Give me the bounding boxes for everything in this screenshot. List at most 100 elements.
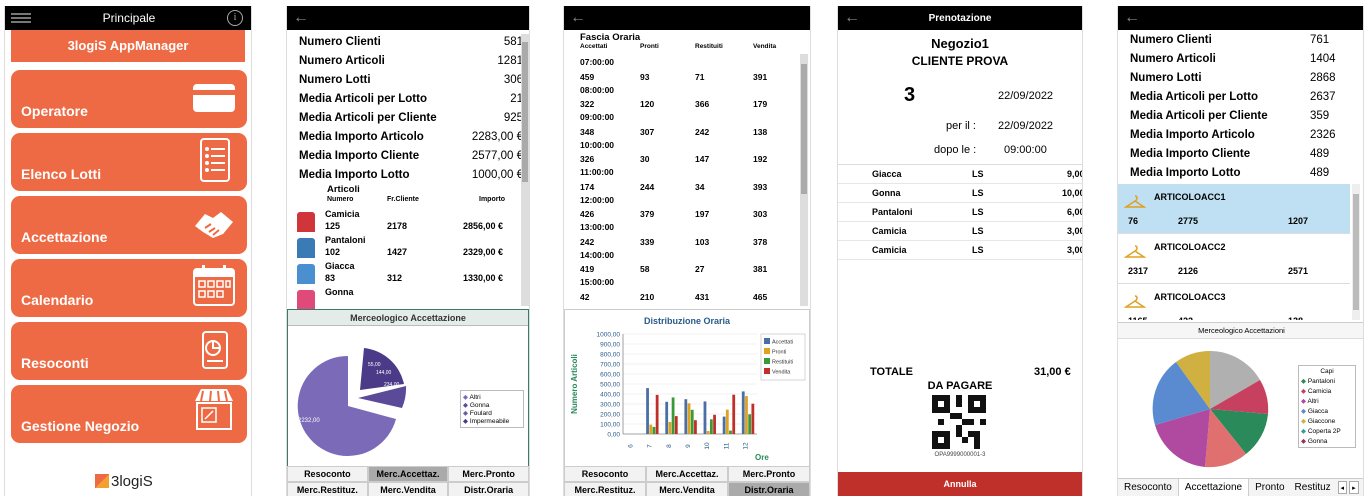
back-arrow-icon[interactable]: ←	[287, 6, 315, 30]
garment-icon	[297, 290, 315, 310]
reservation-line[interactable]: Giacca LS 9,00 €	[838, 165, 1082, 184]
menu-operatore-button[interactable]: Operatore	[11, 70, 247, 128]
scrollbar[interactable]	[1352, 184, 1360, 320]
article-name: ARTICOLOACC2	[1154, 242, 1226, 252]
hour-value: 379	[640, 209, 655, 219]
stat-label: Numero Lotti	[299, 73, 371, 86]
stat-row: Media Importo Lotto 489	[1118, 163, 1363, 182]
hour-value: 30	[640, 154, 650, 164]
qr-code-icon	[932, 395, 986, 449]
tab-merc-restituz[interactable]: Merc.Restituz.	[287, 482, 368, 496]
menu-accettazione-button[interactable]: Accettazione	[11, 196, 247, 254]
shop-name: Negozio1	[931, 36, 989, 51]
x-axis-label: Ore	[755, 453, 769, 462]
bar-vendita-9	[694, 420, 697, 434]
tab-resoconto[interactable]: Resoconto	[1118, 479, 1178, 496]
y-tick-label: 300,00	[600, 402, 620, 409]
y-tick-label: 400,00	[600, 392, 620, 399]
tab-merc-accettaz[interactable]: Merc.Accettaz.	[367, 466, 449, 482]
tab-merc-restituz[interactable]: Merc.Restituz.	[564, 482, 646, 496]
y-tick-label: 600,00	[600, 372, 620, 379]
article-number: 125	[325, 221, 341, 231]
hour-values-row[interactable]: 326 30 147 192	[580, 152, 796, 166]
stat-row: Numero Lotti 306	[287, 70, 529, 89]
tab-accettazione[interactable]: Accettazione	[1177, 479, 1250, 496]
hour-values-row[interactable]: 348 307 242 138	[580, 125, 796, 139]
hour-value: 322	[580, 99, 595, 109]
tab-restituz[interactable]: Restituz	[1291, 479, 1337, 496]
hour-label: 08:00:00	[580, 84, 615, 95]
article-row[interactable]: Giacca 83 312 1330,00 €	[287, 260, 519, 286]
hour-values-row[interactable]: 426 379 197 303	[580, 207, 796, 221]
col-vendita: Vendita	[753, 43, 777, 50]
x-tick-label: 10	[704, 442, 711, 450]
col-pronti: Pronti	[640, 43, 659, 50]
article-name: ARTICOLOACC3	[1154, 292, 1226, 302]
reservation-line[interactable]: Gonna LS 10,00 €	[838, 184, 1082, 203]
legend-label: Pantaloni	[1307, 378, 1335, 385]
tab-distr-oraria[interactable]: Distr.Oraria	[728, 482, 810, 496]
chart-legend: ◆ Altri ◆ Gonna ◆ Foulard ◆ Impermeabile	[460, 390, 524, 428]
info-icon[interactable]: i	[227, 10, 243, 26]
tab-merc-pronto[interactable]: Merc.Pronto	[448, 466, 529, 482]
menu-gestione-negozio-button[interactable]: Gestione Negozio	[11, 385, 247, 443]
hour-values-row[interactable]: 459 93 71 391	[580, 70, 796, 84]
legend-swatch-icon: ◆	[1301, 388, 1308, 395]
tab-merc-accettaz[interactable]: Merc.Accettaz.	[646, 466, 728, 482]
hamburger-menu-icon[interactable]	[11, 13, 31, 23]
bar-accettati-9	[684, 399, 688, 434]
reservation-line[interactable]: Pantaloni LS 6,00 €	[838, 203, 1082, 222]
article-row[interactable]: Pantaloni 102 1427 2329,00 €	[287, 234, 519, 260]
hour-values-row[interactable]: 42 210 431 465	[580, 290, 796, 304]
legend-swatch-icon: ◆	[1301, 408, 1308, 415]
chart-title: Merceologico Accettazioni	[1118, 323, 1363, 339]
article-list-item[interactable]: ARTICOLOACC3 1165 422 138	[1118, 284, 1350, 320]
back-arrow-icon[interactable]: ←	[564, 6, 592, 30]
stat-row: Media Articoli per Cliente 359	[1118, 106, 1363, 125]
reservation-line[interactable]: Camicia LS 3,00 €	[838, 222, 1082, 241]
scrollbar-thumb[interactable]	[522, 42, 528, 182]
scrollbar-thumb[interactable]	[801, 64, 807, 194]
article-list-item[interactable]: ARTICOLOACC1 76 2775 1207	[1118, 184, 1350, 234]
tab-scroll-right-icon[interactable]: ▸	[1349, 481, 1359, 494]
tab-pronto[interactable]: Pronto	[1249, 479, 1290, 496]
menu-resoconti-button[interactable]: Resoconti	[11, 322, 247, 380]
article-name: Pantaloni	[325, 235, 366, 245]
cancel-button[interactable]: Annulla	[838, 472, 1082, 496]
hour-values-row[interactable]: 242 339 103 378	[580, 235, 796, 249]
menu-elenco-lotti-button[interactable]: Elenco Lotti	[11, 133, 247, 191]
article-row[interactable]: Camicia 125 2178 2856,00 €	[287, 208, 519, 234]
reservation-line[interactable]: Camicia LS 3,00 €	[838, 241, 1082, 260]
tab-distr-oraria[interactable]: Distr.Oraria	[448, 482, 529, 496]
scrollbar[interactable]	[800, 54, 808, 306]
company-logo: 3logiS	[95, 473, 153, 490]
hour-value: 138	[753, 126, 768, 137]
screen-title: Principale	[102, 11, 156, 25]
stat-label: Numero Lotti	[1130, 71, 1202, 84]
hour-value: 192	[753, 154, 768, 164]
handshake-icon	[195, 212, 233, 238]
tab-resoconto[interactable]: Resoconto	[564, 466, 646, 482]
merceologico-chart: Merceologico Accettazione 2232,00 55,00 …	[287, 309, 529, 469]
tab-resoconto[interactable]: Resoconto	[287, 466, 368, 482]
back-arrow-icon[interactable]: ←	[1118, 6, 1146, 30]
y-tick-label: 1000,00	[597, 332, 621, 339]
stat-label: Media Articoli per Lotto	[1130, 90, 1258, 103]
article-list-item[interactable]: ARTICOLOACC2 2317 2126 2571	[1118, 234, 1350, 284]
hour-values-row[interactable]: 419 58 27 381	[580, 262, 796, 276]
bar-vendita-12	[751, 403, 755, 434]
calendar-icon	[193, 265, 235, 306]
article-name: Camicia	[325, 209, 360, 219]
tab-merc-pronto[interactable]: Merc.Pronto	[728, 466, 810, 482]
menu-calendario-button[interactable]: Calendario	[11, 259, 247, 317]
hour-value: 465	[753, 291, 768, 302]
menu-label: Elenco Lotti	[21, 166, 102, 182]
tab-merc-vendita[interactable]: Merc.Vendita	[646, 482, 728, 496]
hour-values-row[interactable]: 322 120 366 179	[580, 97, 796, 111]
garment-icon	[297, 264, 315, 284]
scrollbar-thumb[interactable]	[1353, 194, 1359, 310]
scrollbar[interactable]	[521, 34, 529, 306]
tab-merc-vendita[interactable]: Merc.Vendita	[367, 482, 449, 496]
hour-values-row[interactable]: 174 244 34 393	[580, 180, 796, 194]
tab-scroll-left-icon[interactable]: ◂	[1337, 481, 1348, 494]
